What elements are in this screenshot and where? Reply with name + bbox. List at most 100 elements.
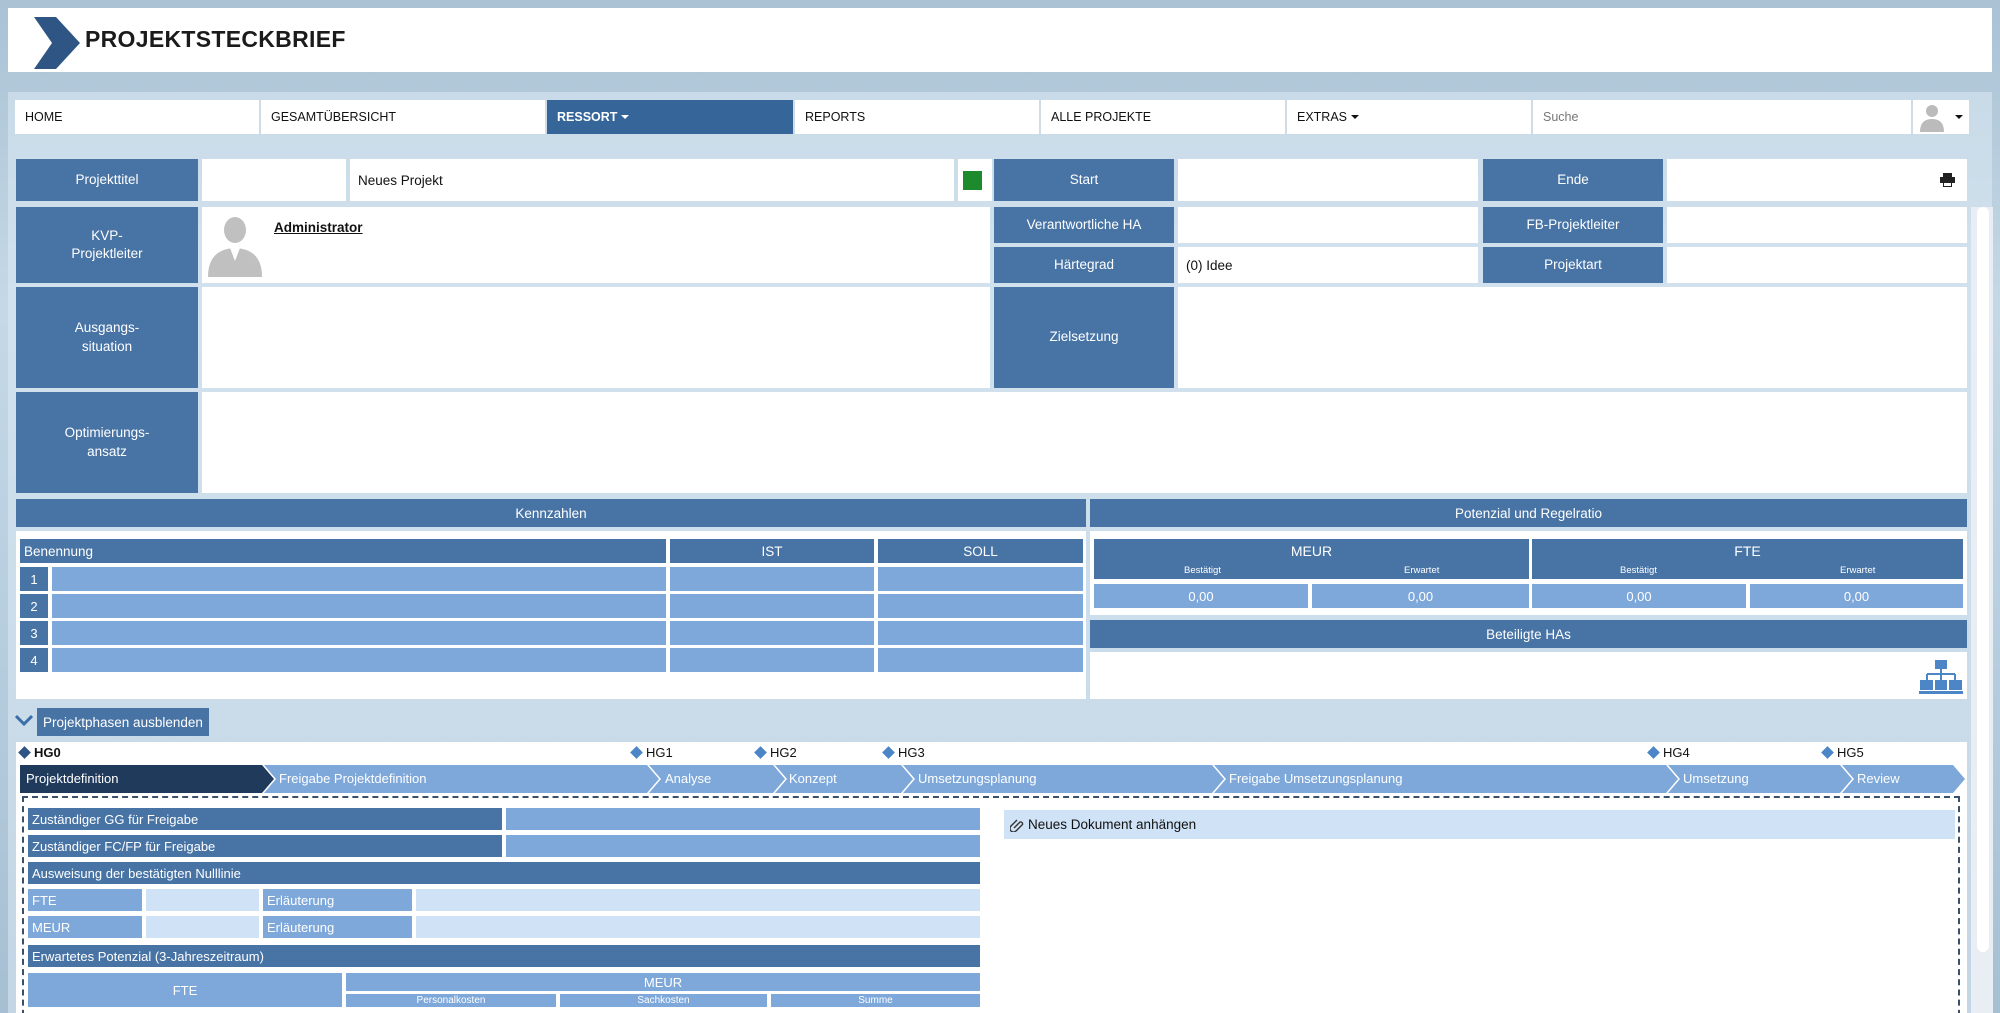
status-indicator[interactable] [963, 171, 982, 190]
nav-gesamtuebersicht[interactable]: GESAMTÜBERSICHT [261, 100, 547, 134]
zielsetzung-field[interactable] [1178, 287, 1967, 388]
potenzial-fte-header: FTE Bestätigt Erwartet [1532, 539, 1963, 579]
potenzial-header: Potenzial und Regelratio [1090, 499, 1967, 527]
gate-hg3[interactable]: HG3 [882, 745, 925, 760]
nav-home-label: HOME [25, 110, 63, 124]
app-header: PROJEKTSTECKBRIEF [8, 8, 1992, 72]
beteiligte-has-area [1090, 652, 1967, 699]
label-zustaendiger-fc: Zuständiger FC/FP für Freigabe [28, 835, 502, 857]
caret-down-icon [1955, 115, 1963, 119]
phase-label-konzept[interactable]: Konzept [789, 771, 837, 786]
potenzial-meur-header: MEUR [346, 973, 980, 991]
phase-label-umsetzungsplanung[interactable]: Umsetzungsplanung [918, 771, 1037, 786]
diamond-icon [1821, 746, 1834, 759]
summe-header: Summe [771, 994, 980, 1007]
kennzahlen-soll-cell[interactable] [878, 594, 1083, 618]
nav-ressort[interactable]: RESSORT [547, 100, 795, 134]
nulllinie-fte-field[interactable] [146, 889, 259, 911]
projektphasen-toggle-button[interactable]: Projektphasen ausblenden [37, 708, 209, 736]
diamond-icon [1647, 746, 1660, 759]
label-nulllinie: Ausweisung der bestätigten Nulllinie [28, 862, 980, 884]
gate-hg0[interactable]: HG0 [18, 745, 61, 760]
kennzahlen-ist-cell[interactable] [670, 567, 874, 591]
gate-hg2[interactable]: HG2 [754, 745, 797, 760]
kennzahlen-ist-cell[interactable] [670, 594, 874, 618]
gate-hg4[interactable]: HG4 [1647, 745, 1690, 760]
erlaeuterung-fte-field[interactable] [416, 889, 980, 911]
optimierungsansatz-field[interactable] [202, 392, 1967, 493]
verantwortliche-ha-field[interactable] [1178, 207, 1478, 243]
projektart-field[interactable] [1667, 247, 1967, 283]
person-silhouette-icon [208, 217, 262, 277]
potenzial-fte-header: FTE [28, 973, 342, 1007]
kennzahlen-header: Kennzahlen [16, 499, 1086, 527]
start-field[interactable] [1178, 159, 1478, 201]
projekt-nummer-field[interactable] [202, 159, 346, 201]
erlaeuterung-meur-field[interactable] [416, 916, 980, 938]
label-projektart: Projektart [1483, 247, 1663, 283]
zustaendiger-gg-field[interactable] [506, 808, 980, 830]
beteiligte-has-header: Beteiligte HAs [1090, 620, 1967, 648]
fb-projektleiter-field[interactable] [1667, 207, 1967, 243]
potenzial-meur-header: MEUR Bestätigt Erwartet [1094, 539, 1529, 579]
label-verantwortliche-ha: Verantwortliche HA [994, 207, 1174, 243]
kennzahlen-soll-cell[interactable] [878, 648, 1083, 672]
label-erlaeuterung-fte: Erläuterung [263, 889, 412, 911]
projekttitel-field[interactable]: Neues Projekt [350, 159, 954, 201]
kennzahlen-row-number: 1 [20, 567, 48, 591]
nav-reports[interactable]: REPORTS [795, 100, 1041, 134]
main-nav: HOME GESAMTÜBERSICHT RESSORT REPORTS ALL… [15, 100, 1969, 134]
nulllinie-meur-field[interactable] [146, 916, 259, 938]
ende-field[interactable] [1667, 159, 1967, 201]
print-icon[interactable] [1940, 173, 1955, 187]
kennzahlen-col-benennung: Benennung [20, 539, 666, 563]
sachkosten-header: Sachkosten [560, 994, 767, 1007]
haertegrad-field[interactable]: (0) Idee [1178, 247, 1478, 283]
phase-label-umsetzung[interactable]: Umsetzung [1683, 771, 1749, 786]
phase-label-review[interactable]: Review [1857, 771, 1900, 786]
gate-hg1[interactable]: HG1 [630, 745, 673, 760]
kennzahlen-benennung-cell[interactable] [52, 621, 666, 645]
chevron-down-icon[interactable] [15, 713, 33, 727]
gate-label: HG3 [898, 745, 925, 760]
gate-label: HG0 [34, 745, 61, 760]
phase-label-analyse[interactable]: Analyse [665, 771, 711, 786]
zustaendiger-fc-field[interactable] [506, 835, 980, 857]
org-chart-icon[interactable] [1919, 660, 1963, 694]
gate-hg5[interactable]: HG5 [1821, 745, 1864, 760]
scrollbar-thumb[interactable] [1977, 207, 1989, 952]
fte-title: FTE [1734, 543, 1761, 559]
kennzahlen-col-soll: SOLL [878, 539, 1083, 563]
kvp-projektleiter-area: Administrator [202, 207, 990, 283]
gate-label: HG4 [1663, 745, 1690, 760]
nav-extras[interactable]: EXTRAS [1287, 100, 1533, 134]
search-input[interactable] [1533, 100, 1913, 134]
ausgangssituation-field[interactable] [202, 287, 990, 388]
nav-alle-projekte[interactable]: ALLE PROJEKTE [1041, 100, 1287, 134]
label-zustaendiger-gg: Zuständiger GG für Freigabe [28, 808, 502, 830]
label-ausgangssituation: Ausgangs- situation [16, 287, 198, 388]
fte-bestaetigt-value: 0,00 [1532, 584, 1746, 608]
user-menu[interactable] [1913, 100, 1969, 134]
kennzahlen-soll-cell[interactable] [878, 621, 1083, 645]
phase-label-freigabe-umsetzungsplanung[interactable]: Freigabe Umsetzungsplanung [1229, 771, 1402, 786]
app-title: PROJEKTSTECKBRIEF [85, 26, 346, 52]
label-optimierungsansatz: Optimierungs- ansatz [16, 392, 198, 493]
kennzahlen-benennung-cell[interactable] [52, 567, 666, 591]
kennzahlen-ist-cell[interactable] [670, 648, 874, 672]
kennzahlen-benennung-cell[interactable] [52, 648, 666, 672]
attach-document-button[interactable]: Neues Dokument anhängen [1004, 810, 1955, 839]
kennzahlen-benennung-cell[interactable] [52, 594, 666, 618]
kennzahlen-soll-cell[interactable] [878, 567, 1083, 591]
diamond-icon [754, 746, 767, 759]
nav-home[interactable]: HOME [15, 100, 261, 134]
phase-label-projektdefinition[interactable]: Projektdefinition [26, 771, 119, 786]
kvp-projektleiter-name[interactable]: Administrator [274, 220, 363, 235]
phase-label-freigabe-projektdefinition[interactable]: Freigabe Projektdefinition [279, 771, 426, 786]
kennzahlen-ist-cell[interactable] [670, 621, 874, 645]
gate-label: HG5 [1837, 745, 1864, 760]
caret-down-icon [621, 115, 630, 119]
diamond-icon [630, 746, 643, 759]
label-projekttitel: Projekttitel [16, 159, 198, 201]
meur-bestaetigt-label: Bestätigt [1184, 565, 1221, 576]
